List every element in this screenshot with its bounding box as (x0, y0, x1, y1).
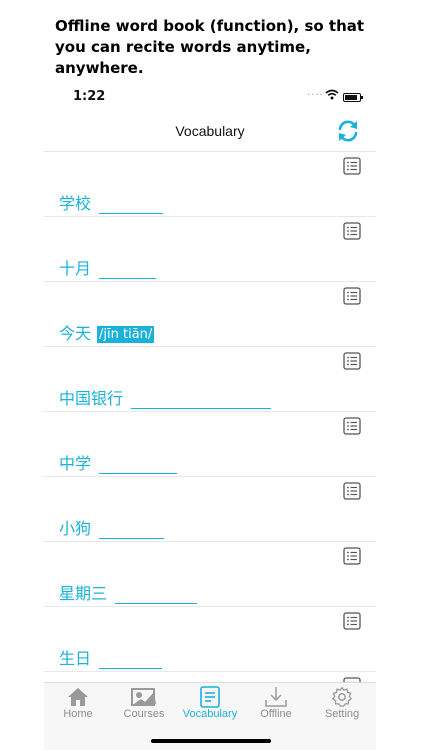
list-detail-icon[interactable] (343, 547, 361, 565)
battery-icon (343, 93, 363, 102)
list-item[interactable]: 十月 (44, 217, 376, 282)
vocab-word: 学校 (59, 190, 164, 214)
list-detail-icon[interactable] (343, 417, 361, 435)
vocab-word: 中学 (59, 450, 178, 474)
list-detail-icon[interactable] (343, 352, 361, 370)
download-icon (265, 687, 287, 707)
status-bar: 1:22 .... (44, 85, 376, 113)
list-detail-icon[interactable] (343, 287, 361, 305)
vocab-word: 中国银行 (59, 385, 272, 409)
list-detail-icon[interactable] (343, 612, 361, 630)
refresh-icon[interactable] (334, 117, 362, 145)
list-item[interactable]: 小狗 (44, 477, 376, 542)
list-item[interactable]: 中国银行 (44, 347, 376, 412)
list-detail-icon[interactable] (343, 222, 361, 240)
list-item[interactable]: 中学 (44, 412, 376, 477)
answer-blank[interactable] (99, 201, 164, 214)
answer-blank[interactable] (99, 656, 163, 669)
answer-blank[interactable] (131, 396, 272, 409)
list-item[interactable]: 学校 (44, 152, 376, 217)
wifi-icon (325, 89, 339, 103)
answer-blank[interactable] (99, 266, 157, 279)
nav-bar: Vocabulary (44, 113, 376, 152)
list-item[interactable]: 今天/jīn tiān/ (44, 282, 376, 347)
list-detail-icon[interactable] (343, 482, 361, 500)
gear-icon (331, 686, 353, 707)
vocabulary-icon (200, 686, 220, 708)
signal-icon: .... (307, 87, 324, 98)
pinyin-answer[interactable]: /jīn tiān/ (97, 326, 155, 343)
tab-home[interactable]: Home (50, 686, 106, 720)
vocab-word: 星期三 (59, 580, 198, 604)
answer-blank[interactable] (99, 461, 178, 474)
tab-offline[interactable]: Offline (248, 686, 304, 720)
phone-screen: 1:22 .... Vocabulary 学校 十月 今天/jīn tiān/ … (44, 85, 376, 750)
answer-blank[interactable] (99, 526, 165, 539)
tab-courses[interactable]: Courses (116, 686, 172, 720)
vocab-word: 小狗 (59, 515, 165, 539)
courses-icon (131, 688, 156, 706)
tab-label: Vocabulary (182, 708, 238, 720)
page-title: Vocabulary (175, 123, 245, 139)
home-icon (68, 688, 88, 706)
tab-setting[interactable]: Setting (314, 686, 370, 720)
vocab-word: 今天/jīn tiān/ (59, 324, 155, 343)
vocabulary-list: 学校 十月 今天/jīn tiān/ 中国银行 中学 小狗 星期三 生日 (44, 152, 376, 736)
tab-label: Home (63, 708, 93, 720)
tab-vocabulary[interactable]: Vocabulary (182, 686, 238, 720)
status-time: 1:22 (73, 89, 106, 104)
list-item[interactable]: 星期三 (44, 542, 376, 607)
tab-label: Setting (324, 708, 360, 720)
tab-label: Courses (123, 708, 165, 720)
list-item[interactable]: 生日 (44, 607, 376, 672)
home-indicator[interactable] (151, 739, 271, 743)
vocab-word: 生日 (59, 645, 163, 669)
answer-blank[interactable] (115, 591, 198, 604)
promo-caption: Offline word book (function), so that yo… (55, 17, 365, 77)
vocab-word: 十月 (59, 255, 157, 279)
list-detail-icon[interactable] (343, 157, 361, 175)
tab-label: Offline (260, 708, 292, 720)
